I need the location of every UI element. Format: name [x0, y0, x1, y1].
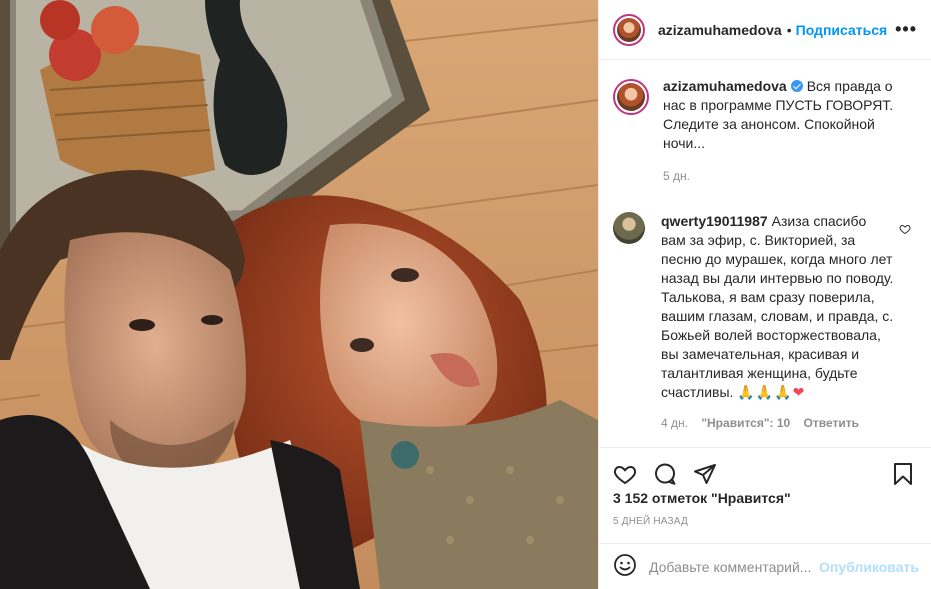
post-photo[interactable]	[0, 0, 598, 589]
comment-like-heart-icon[interactable]	[899, 222, 911, 238]
red-heart-emoji: ❤	[792, 384, 805, 400]
post-likes-count[interactable]: 3 152 отметок "Нравится"	[613, 490, 791, 506]
commenter-avatar[interactable]	[613, 212, 645, 244]
verified-badge-icon	[790, 80, 803, 92]
comment-item: qwerty19011987 Азиза спасибо вам за эфир,…	[613, 212, 915, 433]
post-header: azizamuhamedova • Подписаться •••	[599, 0, 931, 60]
comment-input[interactable]	[649, 558, 819, 575]
comment-bubble-icon[interactable]	[653, 462, 677, 486]
header-separator: •	[786, 21, 792, 38]
author-username[interactable]: azizamuhamedova	[658, 22, 782, 38]
comment-username[interactable]: qwerty19011987	[661, 213, 768, 229]
smiley-emoji-icon[interactable]	[613, 553, 637, 580]
pray-emoji: 🙏🙏🙏	[737, 384, 793, 400]
post-image	[0, 0, 598, 589]
caption-author-avatar[interactable]	[613, 79, 649, 115]
paper-plane-share-icon[interactable]	[693, 462, 717, 486]
bookmark-save-icon[interactable]	[891, 462, 915, 486]
comment-likes[interactable]: "Нравится": 10	[701, 416, 790, 430]
caption: azizamuhamedova Вся правда о нас в програ…	[613, 77, 915, 186]
post-side-panel: azizamuhamedova • Подписаться ••• azizam…	[598, 0, 931, 589]
follow-button[interactable]: Подписаться	[796, 22, 888, 38]
post-timestamp[interactable]: 5 ДНЕЙ НАЗАД	[613, 516, 688, 527]
comment-text: Азиза спасибо вам за эфир, с. Викторией,…	[661, 213, 894, 400]
publish-comment-button[interactable]: Опубликовать	[819, 559, 919, 575]
reply-button[interactable]: Ответить	[804, 416, 859, 430]
caption-time[interactable]: 5 дн.	[663, 167, 898, 186]
author-avatar[interactable]	[613, 13, 645, 46]
more-options-icon[interactable]: •••	[895, 19, 917, 40]
caption-username[interactable]: azizamuhamedova	[663, 78, 787, 94]
like-heart-icon[interactable]	[613, 462, 637, 486]
comments-section[interactable]: azizamuhamedova Вся правда о нас в програ…	[599, 61, 931, 446]
comment-time[interactable]: 4 дн.	[661, 416, 688, 430]
post-actions-bar	[599, 447, 931, 491]
add-comment-form: Опубликовать	[599, 543, 931, 589]
